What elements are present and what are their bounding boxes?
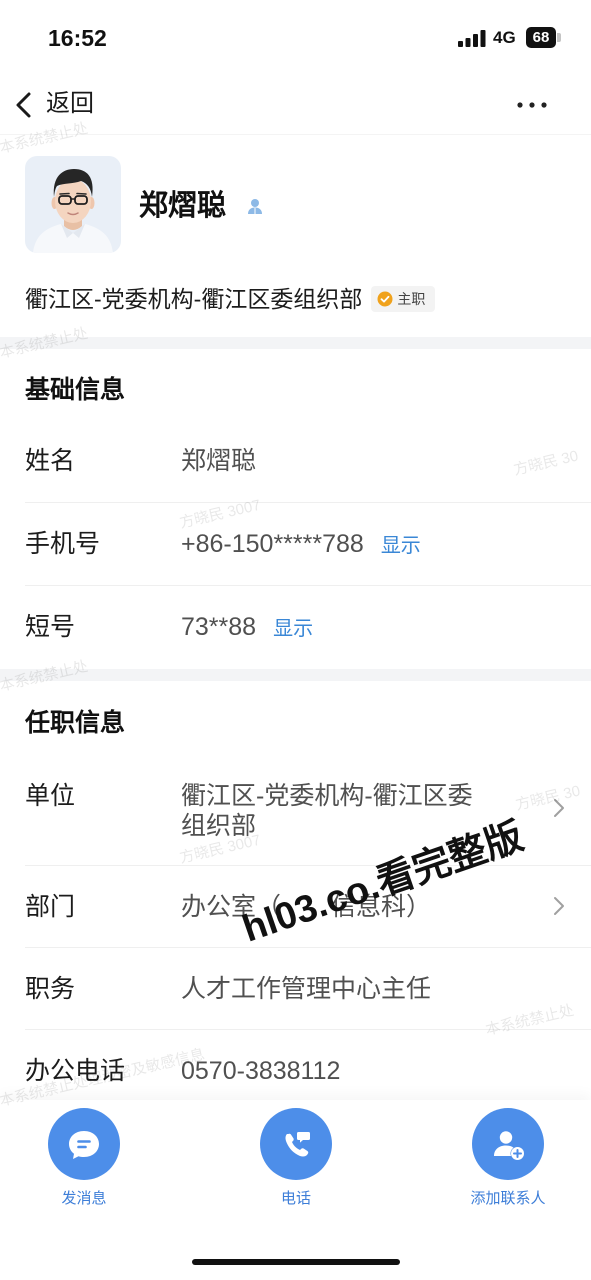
basic-info-section: 基础信息 姓名 郑熠聪 手机号 +86-150*****788 显示 短号 73*… bbox=[0, 349, 591, 669]
row-value: 人才工作管理中心主任 bbox=[181, 975, 432, 1003]
section-title: 任职信息 bbox=[25, 709, 126, 737]
row-value-group: +86-150*****788 显示 bbox=[181, 529, 421, 561]
show-mobile-link[interactable]: 显示 bbox=[381, 535, 421, 557]
battery-level: 68 bbox=[532, 29, 550, 46]
short-number: 73**88 bbox=[181, 613, 257, 641]
row-label: 单位 bbox=[25, 782, 76, 810]
row-label: 短号 bbox=[25, 613, 76, 641]
profile-card: 郑熠聪 衢江区-党委机构-衢江区委组织部 主职 bbox=[0, 134, 591, 337]
battery-icon: 68 bbox=[526, 27, 556, 48]
status-time: 16:52 bbox=[48, 25, 107, 51]
call-button-circle bbox=[260, 1108, 332, 1180]
avatar[interactable] bbox=[25, 156, 121, 253]
row-label: 手机号 bbox=[25, 530, 101, 558]
signal-strength-icon bbox=[458, 30, 486, 47]
info-row-mobile: 手机号 +86-150*****788 显示 bbox=[0, 503, 591, 586]
send-message-button[interactable]: 发消息 bbox=[4, 1108, 164, 1212]
contact-detail-screen: 16:52 4G 68 返回 郑熠聪 衢江区-党委机构-衢江区委组织部 主职 基… bbox=[0, 0, 591, 1280]
network-type: 4G bbox=[493, 28, 516, 47]
add-contact-icon bbox=[494, 1131, 524, 1160]
info-row-name: 姓名 郑熠聪 bbox=[0, 420, 591, 503]
row-label: 职务 bbox=[25, 975, 76, 1003]
avatar-photo bbox=[25, 156, 121, 253]
home-indicator[interactable] bbox=[192, 1259, 400, 1265]
row-value: 衢江区-党委机构-衢江区委组织部 bbox=[181, 782, 473, 840]
message-icon bbox=[69, 1131, 99, 1159]
more-options-icon[interactable] bbox=[514, 91, 550, 119]
phone-icon bbox=[285, 1132, 310, 1157]
status-bar: 16:52 4G 68 bbox=[0, 0, 591, 76]
call-button[interactable]: 电话 bbox=[216, 1108, 376, 1212]
mobile-number: +86-150*****788 bbox=[181, 530, 364, 558]
message-button-circle bbox=[48, 1108, 120, 1180]
info-row-short-number: 短号 73**88 显示 bbox=[0, 586, 591, 669]
back-label: 返回 bbox=[46, 90, 94, 117]
nav-bar: 返回 bbox=[0, 76, 591, 134]
back-button[interactable]: 返回 bbox=[0, 76, 110, 134]
action-label: 发消息 bbox=[61, 1190, 107, 1207]
add-contact-button[interactable]: 添加联系人 bbox=[428, 1108, 588, 1212]
row-label: 部门 bbox=[25, 893, 76, 921]
org-path: 衢江区-党委机构-衢江区委组织部 bbox=[25, 286, 363, 312]
primary-position-badge: 主职 bbox=[371, 286, 436, 312]
action-label: 添加联系人 bbox=[470, 1190, 546, 1207]
badge-label: 主职 bbox=[397, 291, 426, 307]
row-value: 郑熠聪 bbox=[181, 447, 257, 475]
chevron-right-icon bbox=[554, 897, 564, 915]
add-contact-button-circle bbox=[472, 1108, 544, 1180]
bottom-action-bar: 发消息 电话 添加联系人 bbox=[0, 1100, 591, 1280]
chevron-left-icon bbox=[16, 92, 31, 118]
row-label: 姓名 bbox=[25, 447, 76, 475]
action-label: 电话 bbox=[280, 1190, 311, 1207]
section-title: 基础信息 bbox=[25, 376, 126, 404]
org-line: 衢江区-党委机构-衢江区委组织部 主职 bbox=[25, 284, 436, 314]
show-short-number-link[interactable]: 显示 bbox=[273, 618, 313, 640]
check-badge-icon bbox=[377, 291, 393, 307]
person-badge-icon bbox=[248, 199, 262, 214]
battery-cap bbox=[557, 33, 561, 42]
contact-name: 郑熠聪 bbox=[139, 190, 227, 222]
row-value-group: 73**88 显示 bbox=[181, 612, 313, 644]
